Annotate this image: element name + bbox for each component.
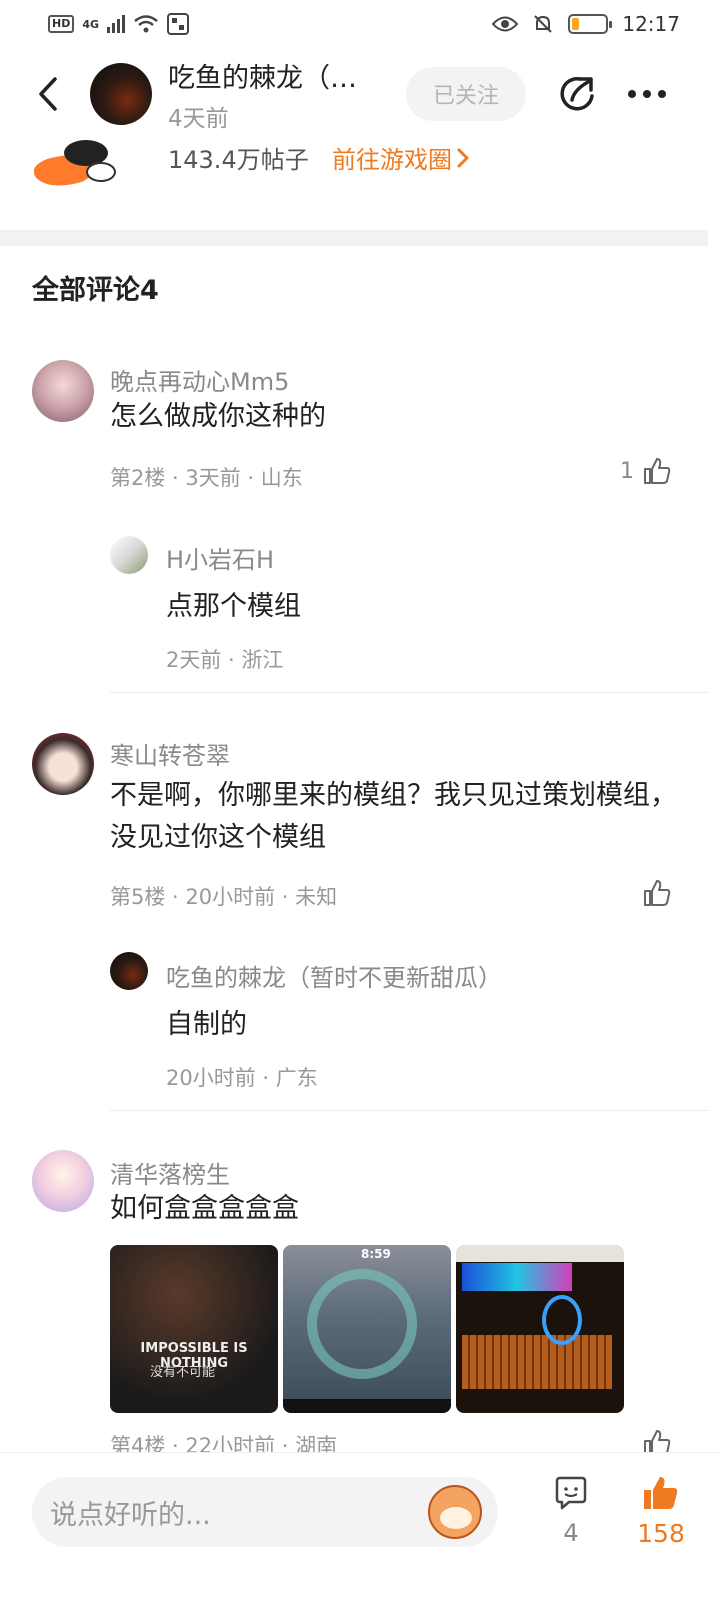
like-button[interactable] [634,878,672,908]
comment-image[interactable] [456,1245,624,1413]
comment-text[interactable]: 不是啊，你哪里来的模组？我只见过策划模组，没见过你这个模组 [110,775,690,859]
follow-button[interactable]: 已关注 [406,67,526,121]
post-time: 4天前 [168,105,229,132]
clock: 12:17 [622,12,680,36]
comments-button[interactable]: 4 [546,1475,596,1547]
status-bar: HD 4G 12:17 [0,0,720,48]
comment-meta: 第2楼 · 3天前 · 山东 [110,466,303,490]
bottom-action-bar: 说点好听的... 4 158 [0,1452,720,1600]
wifi-icon [134,15,158,33]
dot-icon [628,90,636,98]
comment-divider [110,692,708,693]
reply-meta: 20小时前 · 广东 [166,1066,318,1090]
comment-text[interactable]: 怎么做成你这种的 [110,396,690,438]
post-count: 143.4万帖子 [168,146,309,174]
like-count: 1 [620,458,634,484]
replier-avatar[interactable] [110,536,148,574]
comment-divider [110,1110,708,1111]
thumbs-up-icon [644,880,671,906]
thumbs-up-icon [644,458,671,484]
like-count: 158 [637,1519,685,1548]
comment-bubble-icon [555,1476,587,1510]
emoji-mascot-icon[interactable] [428,1485,482,1539]
comment-image[interactable]: IMPOSSIBLE IS NOTHING 没有不可能 [110,1245,278,1413]
comment-input-placeholder: 说点好听的... [50,1499,211,1531]
game-circle-strip[interactable]: 143.4万帖子 前往游戏圈 [0,132,720,192]
post-like-button[interactable]: 158 [626,1475,696,1548]
post-header: 吃鱼的棘龙（… 4天前 已关注 [0,56,720,132]
game-app-icon [167,13,190,35]
share-button[interactable] [556,72,600,116]
author-avatar[interactable] [90,63,152,125]
commenter-avatar[interactable] [32,360,94,422]
comment-image[interactable]: 8:59 [283,1245,451,1413]
section-divider [0,230,708,246]
chevron-left-icon [39,77,57,111]
go-game-circle-link[interactable]: 前往游戏圈 [332,140,470,175]
commenter-avatar[interactable] [32,733,94,795]
share-icon [560,76,594,111]
dot-icon [658,90,666,98]
comment-text[interactable]: 如何盒盒盒盒盒 [110,1188,690,1230]
commenter-name[interactable]: 寒山转苍翠 [110,736,230,771]
author-name[interactable]: 吃鱼的棘龙（… [168,56,388,95]
replier-avatar[interactable] [110,952,148,990]
comment-image-row: IMPOSSIBLE IS NOTHING 没有不可能 8:59 [110,1245,624,1413]
commenter-avatar[interactable] [32,1150,94,1212]
game-thumbnail [34,132,116,188]
signal-icon [107,15,126,33]
comment-meta: 第5楼 · 20小时前 · 未知 [110,885,338,909]
image-subcaption: 没有不可能 [150,1365,216,1380]
status-left: HD 4G [48,13,190,35]
thumbs-up-filled-icon [644,1477,678,1509]
dot-icon [643,90,651,98]
more-button[interactable] [628,90,666,98]
reply-meta: 2天前 · 浙江 [166,648,284,672]
hd-indicator: HD [48,15,75,33]
eye-icon [492,16,519,32]
comment-count: 4 [563,1519,579,1547]
reply-text[interactable]: 点那个模组 [166,584,301,623]
commenter-name[interactable]: 晚点再动心Mm5 [110,362,289,397]
back-button[interactable] [28,74,68,114]
comment-input[interactable]: 说点好听的... [32,1477,498,1547]
reply-text[interactable]: 自制的 [166,1002,247,1041]
battery-icon [568,14,613,34]
mute-bell-icon [534,15,553,33]
chevron-right-icon [457,148,469,167]
like-button[interactable]: 1 [620,456,672,486]
replier-name[interactable]: H小岩石H [166,540,274,575]
go-game-circle-label: 前往游戏圈 [332,146,452,174]
comments-title: 全部评论4 [32,275,159,306]
replier-name[interactable]: 吃鱼的棘龙（暂时不更新甜瓜） [166,958,502,993]
image-caption: 8:59 [361,1247,391,1261]
author-info: 吃鱼的棘龙（… 4天前 [168,56,388,133]
commenter-name[interactable]: 清华落榜生 [110,1155,230,1190]
status-right: 12:17 [492,12,680,36]
network-type: 4G [82,17,100,31]
